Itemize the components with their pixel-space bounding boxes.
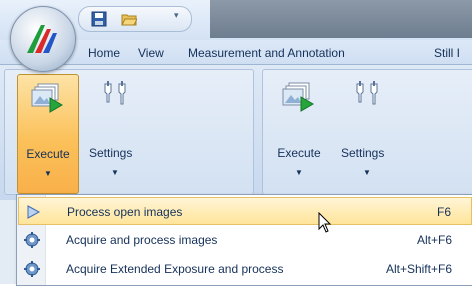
- app-logo-icon: [27, 25, 57, 53]
- left-panel-edge: [0, 200, 17, 284]
- ribbon-group-1: Execute ▼ Settings ▼: [4, 69, 254, 195]
- menu-item-label: Process open images: [67, 205, 183, 219]
- menu-item-shortcut: Alt+F6: [416, 233, 452, 247]
- chevron-down-icon: ▼: [111, 168, 119, 177]
- mouse-cursor-icon: [318, 212, 332, 233]
- tab-view[interactable]: View: [138, 46, 164, 60]
- customize-toolbar-icon[interactable]: ▾: [174, 10, 184, 20]
- tab-measurement-and-annotation[interactable]: Measurement and Annotation: [188, 46, 345, 60]
- menu-item-acquire-and-process-images[interactable]: Acquire and process images Alt+F6: [18, 226, 472, 254]
- settings-button-label: Settings: [341, 146, 385, 160]
- execute-dropdown-menu: Process open images F6 Acquire and proce…: [16, 194, 472, 286]
- settings-icon: [356, 81, 378, 105]
- ribbon-panel: Execute ▼ Settings ▼ Execute ▼ Settings …: [0, 64, 472, 201]
- menu-item-acquire-extended-exposure-and-process[interactable]: Acquire Extended Exposure and process Al…: [18, 255, 472, 283]
- gear-icon: [24, 232, 40, 248]
- menu-item-shortcut: Alt+Shift+F6: [385, 262, 452, 276]
- execute-images-icon: [31, 83, 63, 113]
- settings-button-label: Settings: [89, 146, 133, 160]
- save-icon[interactable]: [91, 11, 107, 27]
- open-folder-icon[interactable]: [121, 11, 137, 27]
- chevron-down-icon: ▼: [363, 168, 371, 177]
- application-menu-button[interactable]: [10, 6, 76, 72]
- tab-still[interactable]: Still I: [434, 46, 460, 60]
- chevron-down-icon: ▼: [44, 169, 52, 178]
- menu-item-shortcut: F6: [436, 205, 451, 219]
- ribbon-group-2: Execute ▼ Settings ▼: [262, 69, 472, 195]
- settings-button[interactable]: Settings ▼: [341, 74, 401, 192]
- menu-item-process-open-images[interactable]: Process open images F6: [18, 197, 472, 225]
- execute-images-icon: [282, 82, 314, 112]
- settings-icon: [104, 81, 126, 105]
- gear-icon: [24, 261, 40, 277]
- execute-button[interactable]: Execute ▼: [269, 74, 329, 192]
- menu-item-label: Acquire Extended Exposure and process: [66, 262, 284, 276]
- play-triangle-icon: [27, 205, 41, 219]
- execute-button-label: Execute: [277, 146, 321, 160]
- tab-home[interactable]: Home: [88, 46, 120, 60]
- menu-item-label: Acquire and process images: [66, 233, 218, 247]
- execute-button[interactable]: Execute ▼: [17, 74, 79, 194]
- settings-button[interactable]: Settings ▼: [89, 74, 149, 192]
- chevron-down-icon: ▼: [295, 168, 303, 177]
- execute-button-label: Execute: [26, 147, 70, 161]
- title-bar-dark-area: [210, 0, 472, 38]
